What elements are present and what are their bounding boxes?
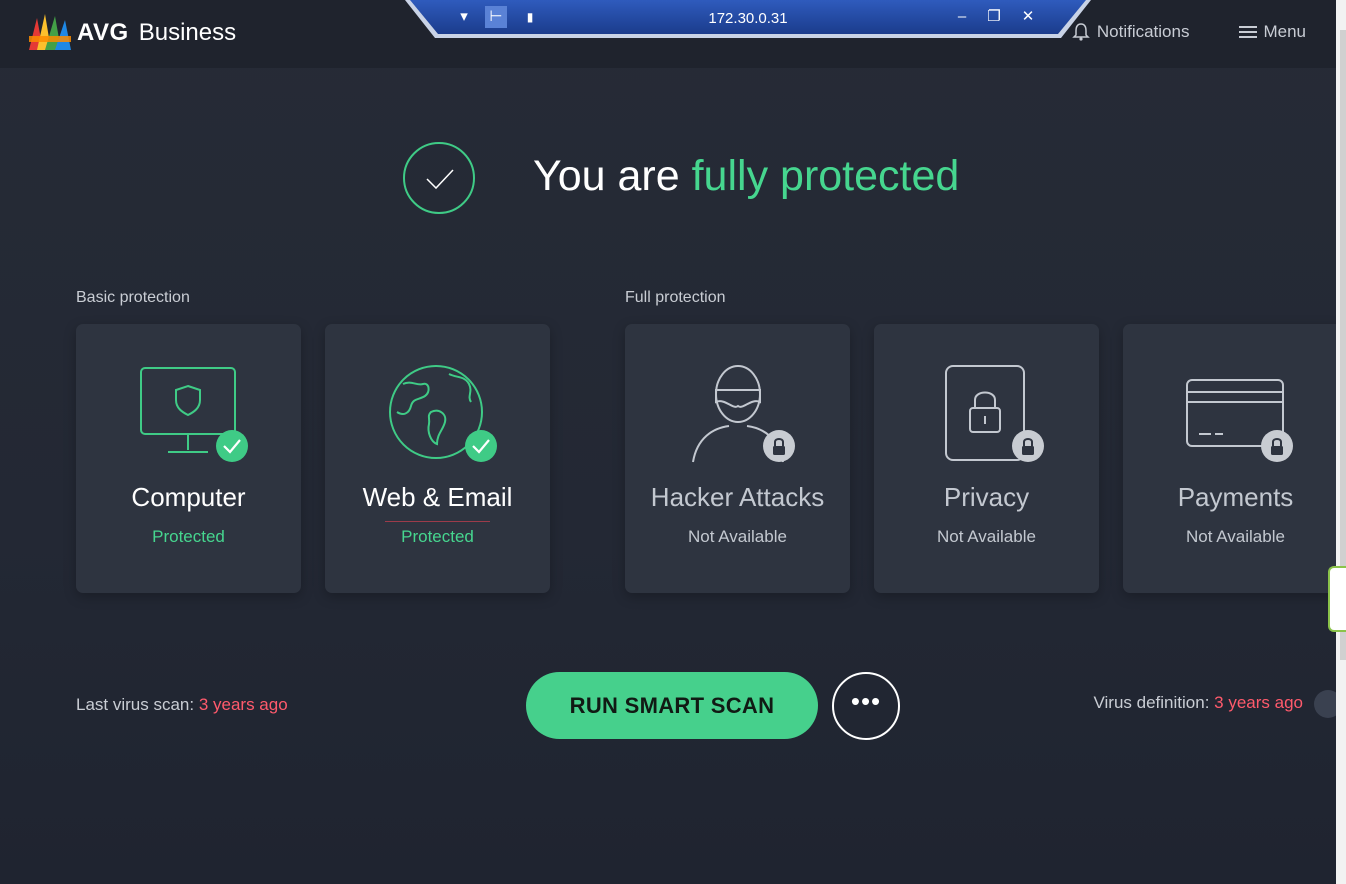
card-status: Protected: [401, 527, 474, 546]
card-title: Payments: [1177, 482, 1294, 512]
title-underline: [385, 521, 490, 522]
refresh-icon[interactable]: [1314, 690, 1336, 718]
card-icon-wrap: [673, 362, 803, 466]
check-icon: [426, 169, 454, 190]
last-scan-label: Last virus scan:: [76, 695, 199, 714]
brand-avg: AVG: [77, 19, 129, 46]
remote-desktop-bar: ▾ ⊢ ▮ 172.30.0.31 – ❐ ✕: [405, 0, 1091, 40]
virus-definition: Virus definition: 3 years ago: [1094, 693, 1304, 713]
card-icon-wrap: [373, 362, 503, 466]
card-payments[interactable]: Payments Not Available: [1123, 324, 1336, 593]
card-status: Not Available: [937, 527, 1036, 546]
avg-logo-icon: [29, 14, 71, 50]
status-highlight: fully protected: [691, 152, 960, 200]
more-options-button[interactable]: •••: [832, 672, 900, 740]
ellipsis-icon: •••: [850, 686, 882, 716]
card-icon-wrap: [1171, 362, 1301, 466]
card-privacy[interactable]: Privacy Not Available: [874, 324, 1099, 593]
basic-protection-label: Basic protection: [76, 289, 190, 306]
definition-label: Virus definition:: [1093, 693, 1215, 712]
brand-business: Business: [138, 19, 237, 46]
notifications-label: Notifications: [1096, 22, 1190, 41]
card-status: Not Available: [1186, 527, 1285, 546]
card-title: Web & Email: [362, 482, 513, 512]
card-web-email[interactable]: Web & Email Protected: [325, 324, 550, 593]
card-icon-wrap: [922, 362, 1052, 466]
card-title: Privacy: [943, 482, 1030, 512]
protection-status: You are fully protected: [363, 138, 1033, 218]
credit-card-icon: [1185, 379, 1293, 462]
avg-logo: AVG Business: [27, 12, 236, 54]
card-hacker-attacks[interactable]: Hacker Attacks Not Available: [625, 324, 850, 593]
monitor-shield-icon: [139, 367, 248, 462]
top-actions: Notifications Menu: [1071, 22, 1306, 42]
card-status: Protected: [152, 527, 225, 546]
status-prefix: You are: [533, 152, 692, 200]
status-check-circle: [403, 142, 475, 214]
last-virus-scan: Last virus scan: 3 years ago: [76, 695, 288, 715]
definition-value[interactable]: 3 years ago: [1214, 693, 1303, 712]
card-icon-wrap: [124, 362, 254, 466]
globe-icon: [388, 365, 497, 462]
hacker-icon: [691, 365, 795, 463]
restore-icon[interactable]: ❐: [983, 6, 1005, 28]
card-title: Hacker Attacks: [650, 482, 825, 512]
run-smart-scan-button[interactable]: RUN SMART SCAN: [526, 672, 818, 739]
card-computer[interactable]: Computer Protected: [76, 324, 301, 593]
avg-business-window: AVG Business Notifications Menu ▾ ⊢ ▮ 17…: [0, 0, 1336, 884]
status-headline: You are fully protected: [533, 152, 959, 201]
close-icon[interactable]: ✕: [1017, 6, 1039, 28]
menu-button[interactable]: Menu: [1239, 22, 1306, 42]
full-protection-label: Full protection: [625, 289, 726, 306]
side-widget-tab[interactable]: [1328, 566, 1346, 632]
minimize-icon[interactable]: –: [951, 6, 973, 28]
card-title: Computer: [131, 482, 246, 512]
menu-label: Menu: [1263, 22, 1306, 41]
hamburger-icon: [1239, 26, 1258, 38]
card-status: Not Available: [688, 527, 787, 546]
privacy-lock-icon: [944, 365, 1044, 462]
last-scan-value[interactable]: 3 years ago: [199, 695, 288, 714]
